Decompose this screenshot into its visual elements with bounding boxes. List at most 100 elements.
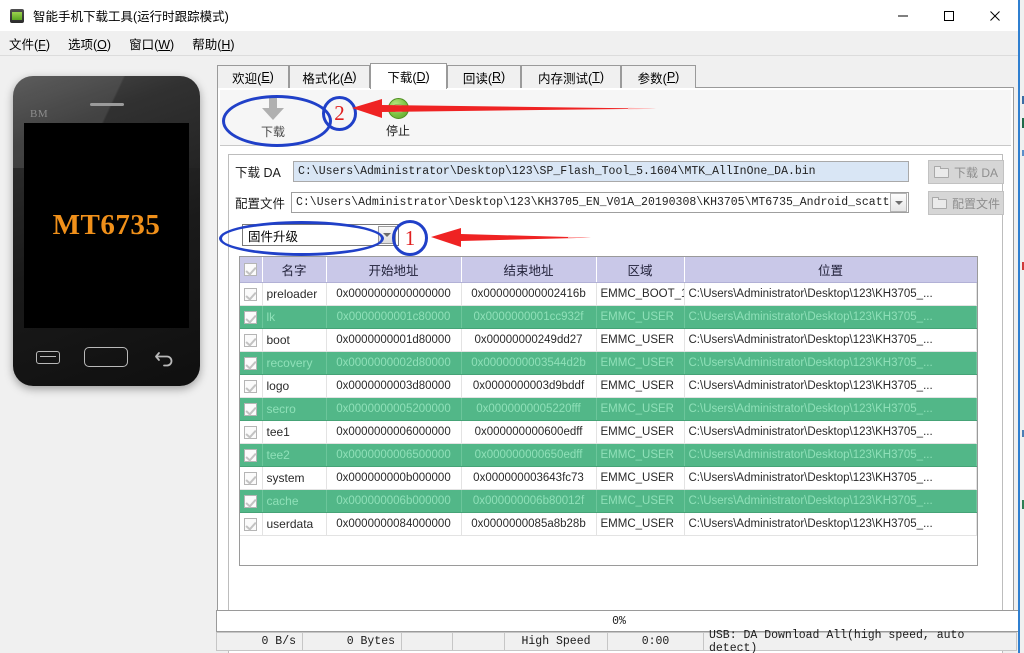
da-browse-button-label: 下载 DA [953,165,998,180]
tab-parameters[interactable]: 参数(P) [621,65,696,88]
tab-download-text: 下载( [387,71,417,85]
cell-region: EMMC_USER [596,466,685,490]
table-row[interactable]: lk 0x0000000001c80000 0x0000000001cc932f… [240,305,977,329]
table-header-row: 名字 开始地址 结束地址 区域 位置 [240,257,977,283]
menu-options[interactable]: 选项(O) [59,32,120,55]
application-window: 智能手机下载工具(运行时跟踪模式) 文件(F) 选项(O) 窗口(W) 帮助(H… [0,0,1024,653]
cell-location: C:\Users\Administrator\Desktop\123\KH370… [684,489,977,513]
da-file-label: 下载 DA [235,166,281,180]
cell-start: 0x0000000001c80000 [326,305,462,329]
cell-start: 0x0000000002d80000 [326,351,462,375]
row-checkbox-cell[interactable] [240,328,263,352]
table-row[interactable]: boot 0x0000000001d80000 0x00000000249dd2… [240,328,977,352]
chevron-down-icon[interactable] [378,226,396,244]
table-row[interactable]: tee2 0x0000000006500000 0x000000000650ed… [240,443,977,467]
row-checkbox-cell[interactable] [240,282,263,306]
row-checkbox[interactable] [244,356,258,370]
phone-brand-label: BM [30,108,49,120]
cell-name: recovery [262,351,327,375]
download-button-label: 下载 [260,125,285,139]
row-checkbox-cell[interactable] [240,466,263,490]
partition-table[interactable]: 名字 开始地址 结束地址 区域 位置 preloader 0x000000000… [239,256,978,566]
tab-welcome[interactable]: 欢迎(E) [217,65,289,88]
tab-readback[interactable]: 回读(R) [447,65,521,88]
cell-region: EMMC_BOOT_1 [596,282,685,306]
tab-download-accel: D [416,69,426,84]
tab-format[interactable]: 格式化(A) [289,65,370,88]
row-checkbox[interactable] [244,494,258,508]
tab-format-text: 格式化( [302,71,345,86]
tab-download[interactable]: 下载(D) [370,63,447,89]
cell-end: 0x0000000003544d2b [461,351,597,375]
table-row[interactable]: secro 0x0000000005200000 0x0000000005220… [240,397,977,421]
cell-name: cache [262,489,327,513]
window-title: 智能手机下载工具(运行时跟踪模式) [33,10,229,24]
row-checkbox-cell[interactable] [240,305,263,329]
table-row[interactable]: tee1 0x0000000006000000 0x000000000600ed… [240,420,977,444]
cell-location: C:\Users\Administrator\Desktop\123\KH370… [684,443,977,467]
chevron-down-icon[interactable] [890,193,907,212]
column-header-start[interactable]: 开始地址 [326,257,462,283]
maximize-button[interactable] [926,0,972,31]
table-row[interactable]: preloader 0x0000000000000000 0x000000000… [240,282,977,306]
status-speed: 0 B/s [216,632,303,651]
cell-end: 0x0000000085a8b28b [461,512,597,536]
row-checkbox[interactable] [244,471,258,485]
scatter-browse-button[interactable]: 配置文件 [928,191,1004,215]
device-preview-panel: BM MT6735 [0,57,213,653]
row-checkbox-cell[interactable] [240,420,263,444]
row-checkbox[interactable] [244,517,258,531]
row-checkbox[interactable] [244,310,258,324]
cell-end: 0x000000000002416b [461,282,597,306]
cell-end: 0x0000000005220fff [461,397,597,421]
row-checkbox-cell[interactable] [240,351,263,375]
da-browse-button[interactable]: 下载 DA [928,160,1004,184]
scatter-browse-button-label: 配置文件 [951,196,1000,211]
phone-screen: MT6735 [24,123,189,328]
column-header-region[interactable]: 区域 [596,257,685,283]
row-checkbox[interactable] [244,425,258,439]
phone-nav-bar [24,342,189,372]
row-checkbox[interactable] [244,287,258,301]
menu-file[interactable]: 文件(F) [0,32,59,55]
cell-name: system [262,466,327,490]
table-row[interactable]: recovery 0x0000000002d80000 0x0000000003… [240,351,977,375]
menu-window[interactable]: 窗口(W) [120,32,183,55]
phone-mockup: BM MT6735 [13,76,200,386]
table-row[interactable]: system 0x000000000b000000 0x000000003643… [240,466,977,490]
row-checkbox-cell[interactable] [240,443,263,467]
column-header-name[interactable]: 名字 [262,257,327,283]
background-window-edge[interactable] [1018,0,1024,653]
menu-file-text: 文件( [9,37,39,52]
tab-strip: 欢迎(E) 格式化(A) 下载(D) 回读(R) 内存测试(T) 参数(P) [217,63,1014,89]
tab-download-tail: ) [425,69,430,84]
scatter-file-combo[interactable]: C:\Users\Administrator\Desktop\123\KH370… [291,192,909,213]
table-row[interactable]: cache 0x000000006b000000 0x000000006b800… [240,489,977,513]
row-checkbox-cell[interactable] [240,512,263,536]
column-header-location[interactable]: 位置 [684,257,977,283]
select-all-checkbox[interactable] [244,263,258,277]
row-checkbox-cell[interactable] [240,397,263,421]
row-checkbox-cell[interactable] [240,489,263,513]
table-row[interactable]: userdata 0x0000000084000000 0x0000000085… [240,512,977,536]
cell-name: tee2 [262,443,327,467]
cell-location: C:\Users\Administrator\Desktop\123\KH370… [684,351,977,375]
row-checkbox[interactable] [244,402,258,416]
cell-end: 0x000000000600edff [461,420,597,444]
da-file-input[interactable]: C:\Users\Administrator\Desktop\123\SP_Fl… [293,161,909,182]
close-button[interactable] [972,0,1018,31]
download-button[interactable]: 下载 [235,93,311,143]
row-checkbox[interactable] [244,379,258,393]
table-row[interactable]: logo 0x0000000003d80000 0x0000000003d9bd… [240,374,977,398]
column-header-end[interactable]: 结束地址 [461,257,597,283]
select-all-header[interactable] [240,257,263,283]
tab-memory-test[interactable]: 内存测试(T) [521,65,621,88]
row-checkbox[interactable] [244,333,258,347]
row-checkbox[interactable] [244,448,258,462]
stop-button[interactable]: 停止 [360,93,436,143]
tab-memory-test-accel: T [592,70,600,84]
download-mode-select[interactable]: 固件升级 [242,224,399,246]
menu-help[interactable]: 帮助(H) [183,32,243,55]
minimize-button[interactable] [880,0,926,31]
row-checkbox-cell[interactable] [240,374,263,398]
